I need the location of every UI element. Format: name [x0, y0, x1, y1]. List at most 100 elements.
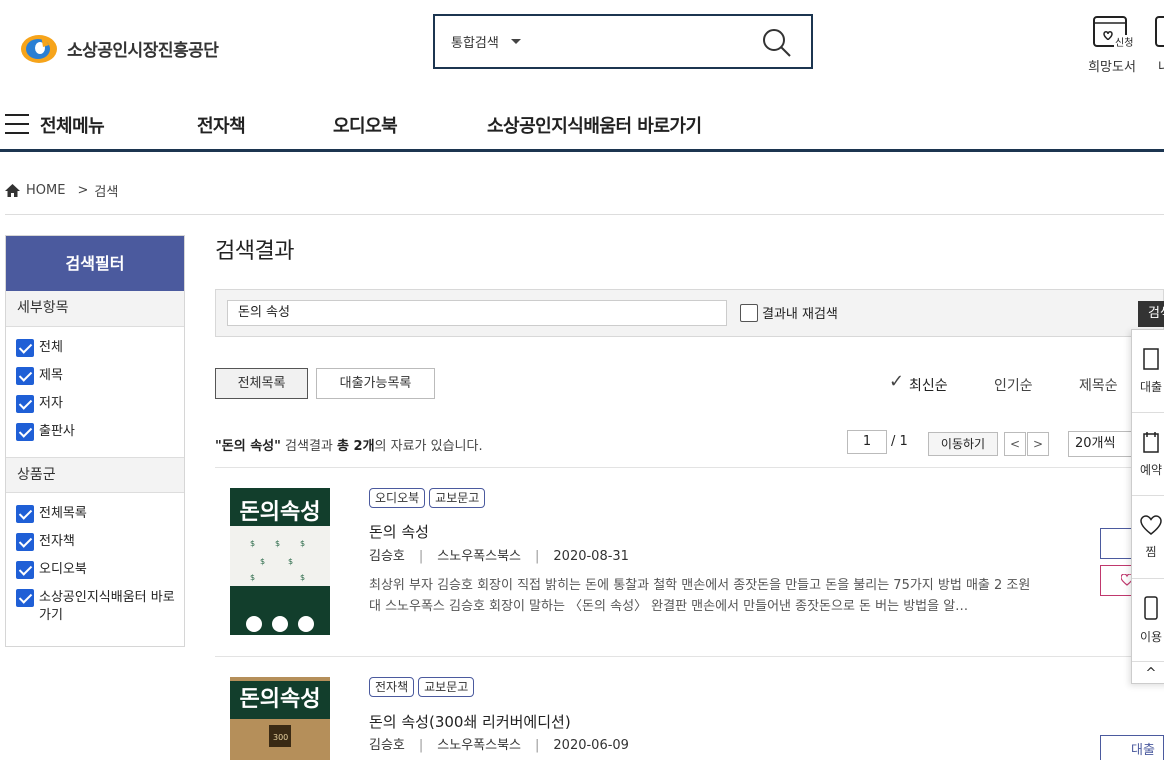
- home-icon[interactable]: [5, 184, 20, 197]
- wish-book-label: 희망도서: [1088, 60, 1136, 75]
- page-move-button[interactable]: 이동하기: [928, 432, 998, 456]
- filter-group-title: 상품군: [6, 457, 184, 493]
- per-page-select[interactable]: 20개씩: [1068, 431, 1138, 457]
- checkbox-checked-icon[interactable]: [16, 423, 34, 441]
- quick-wish[interactable]: 찜: [1132, 496, 1164, 579]
- book-publisher: 스노우폭스북스: [437, 738, 522, 753]
- prev-page-button[interactable]: <: [1004, 432, 1026, 456]
- checkbox-checked-icon[interactable]: [16, 395, 34, 413]
- within-results-toggle[interactable]: 결과내 재검색: [740, 303, 838, 322]
- filter-option-label: 출판사: [39, 424, 75, 439]
- search-scope-select[interactable]: 통합검색: [451, 32, 521, 51]
- checkbox-checked-icon[interactable]: [16, 505, 34, 523]
- filter-option[interactable]: 전체: [16, 339, 184, 357]
- device-icon: [1144, 595, 1158, 620]
- nav-audiobook[interactable]: 오디오북: [333, 112, 398, 138]
- svg-text:신청: 신청: [1115, 37, 1133, 48]
- main-nav: 전체메뉴 전자책 오디오북 소상공인지식배움터 바로가기: [0, 98, 1164, 152]
- checkbox-checked-icon[interactable]: [16, 367, 34, 385]
- svg-text:300: 300: [273, 733, 288, 742]
- book-title[interactable]: 돈의 속성: [369, 521, 429, 542]
- divider: [5, 214, 1164, 215]
- quick-label: 대출: [1139, 379, 1163, 394]
- cover-art: 300: [269, 725, 291, 747]
- book-publisher: 스노우폭스북스: [437, 549, 522, 564]
- quick-label: 찜: [1145, 544, 1157, 559]
- checkbox-checked-icon[interactable]: [16, 561, 34, 579]
- quick-borrow[interactable]: 대출: [1132, 330, 1164, 413]
- page-number-input[interactable]: 1: [847, 430, 887, 454]
- filter-option[interactable]: 출판사: [16, 423, 184, 441]
- filter-option[interactable]: 오디오북: [16, 561, 184, 579]
- filter-field-list: 전체 제목 저자 출판사: [6, 327, 184, 457]
- page-total: / 1: [891, 434, 908, 449]
- book-title[interactable]: 돈의 속성(300쇄 리커버에디션): [369, 711, 571, 732]
- count-mid: 검색결과: [280, 439, 338, 454]
- sort-title[interactable]: 제목순: [1079, 375, 1118, 395]
- book-description: 최상위 부자 김승호 회장이 직접 밝히는 돈에 통찰과 철학 맨손에서 종잣돈…: [369, 578, 1031, 614]
- filter-option[interactable]: 전체목록: [16, 505, 184, 523]
- badge: 오디오북: [369, 488, 426, 508]
- sort-latest[interactable]: 최신순: [909, 375, 948, 395]
- checkbox-icon[interactable]: [740, 303, 758, 322]
- nav-ebook[interactable]: 전자책: [197, 112, 246, 138]
- research-input[interactable]: 돈의 속성: [227, 300, 727, 326]
- sort-popular[interactable]: 인기순: [994, 375, 1033, 395]
- page-title: 검색결과: [215, 239, 294, 264]
- request-icon: 신청: [1093, 16, 1136, 48]
- wish-book-link[interactable]: 신청 희망도서: [1088, 14, 1136, 75]
- book-cover[interactable]: 돈의속성 $ $ $ $ $ $ $: [230, 488, 330, 635]
- badge: 전자책: [369, 677, 415, 697]
- badge-group: 오디오북 교보문고: [369, 488, 486, 508]
- filter-option-label: 오디오북: [39, 562, 87, 577]
- filter-title: 검색필터: [6, 236, 184, 291]
- book-icon: [1143, 347, 1159, 370]
- filter-option[interactable]: 저자: [16, 395, 184, 413]
- book-date: 2020-08-31: [553, 549, 629, 564]
- count-tail: 의 자료가 있습니다.: [374, 439, 483, 454]
- quick-panel: 대출 예약 찜 이용 ^: [1131, 329, 1164, 684]
- svg-text:$: $: [275, 539, 280, 548]
- cover-title: 돈의속성: [239, 687, 321, 712]
- nav-knowledge-link[interactable]: 소상공인지식배움터 바로가기: [487, 112, 702, 138]
- svg-text:$: $: [288, 557, 293, 566]
- checkbox-checked-icon[interactable]: [16, 589, 34, 607]
- search-filter: 검색필터 세부항목 전체 제목 저자 출판사 상품군 전체목록 전자책 오디오북…: [5, 235, 185, 647]
- book-cover[interactable]: 돈의속성 300: [230, 677, 330, 760]
- heart-icon: [1140, 514, 1162, 535]
- scroll-top-button[interactable]: ^: [1132, 662, 1164, 684]
- next-page-button[interactable]: >: [1027, 432, 1049, 456]
- search-icon[interactable]: [761, 27, 793, 63]
- filter-option-label: 소상공인지식배움터 바로가기: [39, 590, 175, 623]
- checkbox-checked-icon[interactable]: [16, 339, 34, 357]
- chevron-down-icon: [510, 39, 521, 44]
- badge: 교보문고: [429, 488, 486, 508]
- quick-label: 예약: [1139, 462, 1163, 477]
- org-logo[interactable]: 소상공인시장진흥공단: [19, 31, 219, 65]
- hamburger-icon[interactable]: [5, 114, 29, 134]
- quick-usage[interactable]: 이용: [1132, 579, 1164, 662]
- breadcrumb-home[interactable]: HOME: [26, 183, 65, 198]
- filter-option-label: 저자: [39, 396, 63, 411]
- book-author: 김승호: [369, 549, 405, 564]
- tab-all-list[interactable]: 전체목록: [215, 368, 308, 399]
- filter-option-label: 제목: [39, 368, 63, 383]
- my-label: 내: [1158, 56, 1164, 75]
- my-link[interactable]: 내: [1154, 14, 1164, 75]
- quick-reserve[interactable]: 예약: [1132, 413, 1164, 496]
- filter-option[interactable]: 소상공인지식배움터 바로가기: [16, 589, 184, 625]
- checkbox-checked-icon[interactable]: [16, 533, 34, 551]
- svg-text:$: $: [300, 539, 305, 548]
- research-button[interactable]: 검색: [1138, 301, 1164, 327]
- nav-all-menu[interactable]: 전체메뉴: [40, 112, 105, 138]
- filter-product-list: 전체목록 전자책 오디오북 소상공인지식배움터 바로가기: [6, 493, 184, 641]
- borrow-button[interactable]: 대출: [1100, 735, 1164, 760]
- breadcrumb: HOME > 검색: [5, 181, 118, 200]
- tab-available-list[interactable]: 대출가능목록: [316, 368, 435, 399]
- breadcrumb-separator: >: [77, 183, 89, 198]
- filter-option[interactable]: 제목: [16, 367, 184, 385]
- filter-option[interactable]: 전자책: [16, 533, 184, 551]
- within-results-label: 결과내 재검색: [762, 307, 838, 322]
- cover-band: 돈의속성: [230, 681, 330, 719]
- cover-title: 돈의속성: [239, 500, 321, 525]
